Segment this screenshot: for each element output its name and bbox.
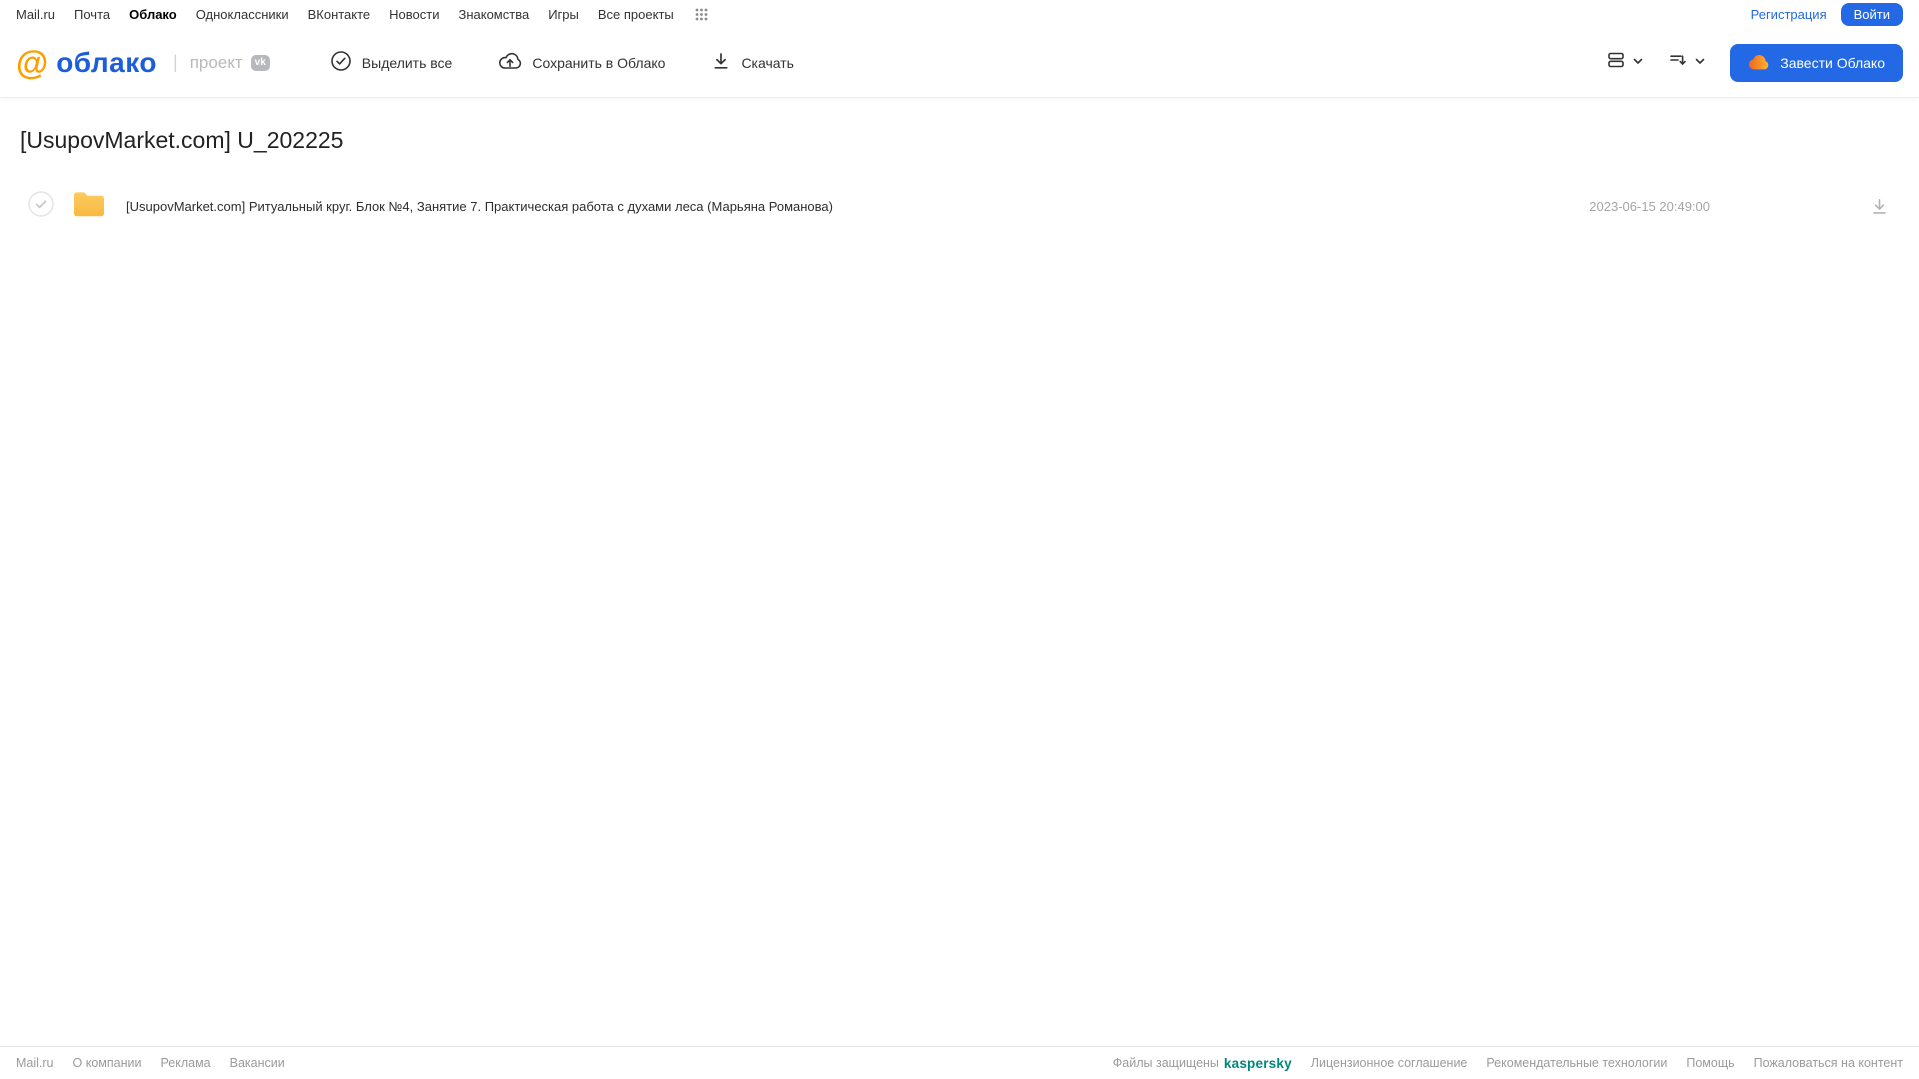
- row-checkbox[interactable]: [28, 190, 54, 222]
- header-right-controls: Завести Облако: [1606, 43, 1903, 82]
- save-to-cloud-label: Сохранить в Облако: [532, 54, 666, 71]
- create-cloud-label: Завести Облако: [1780, 54, 1885, 71]
- footer-right-links: Файлы защищены kaspersky Лицензионное со…: [1113, 1056, 1903, 1071]
- download-icon: [711, 51, 731, 74]
- project-label: проект: [189, 52, 243, 72]
- registration-link[interactable]: Регистрация: [1751, 7, 1827, 22]
- logo-wordmark: облако: [56, 46, 157, 78]
- chevron-down-icon: [1632, 54, 1644, 72]
- topnav-item-mail[interactable]: Почта: [74, 7, 110, 22]
- cloud-upload-icon: [498, 50, 522, 75]
- row-download-icon[interactable]: [1870, 197, 1889, 216]
- topnav-item-games[interactable]: Игры: [548, 7, 579, 22]
- files-protected-note: Файлы защищены kaspersky: [1113, 1056, 1292, 1071]
- footer-link-help[interactable]: Помощь: [1686, 1056, 1734, 1070]
- sort-icon: [1668, 50, 1688, 75]
- chevron-down-icon: [1694, 54, 1706, 72]
- topnav-item-dating[interactable]: Знакомства: [458, 7, 529, 22]
- login-button[interactable]: Войти: [1840, 2, 1903, 26]
- topnav-item-vkontakte[interactable]: ВКонтакте: [308, 7, 371, 22]
- footer-left-links: Mail.ru О компании Реклама Вакансии: [16, 1056, 285, 1070]
- footer-link-license[interactable]: Лицензионное соглашение: [1311, 1056, 1468, 1070]
- vk-badge-icon: vk: [250, 54, 270, 71]
- folder-icon: [72, 189, 106, 224]
- protected-label: Файлы защищены: [1112, 1056, 1219, 1070]
- list-view-icon: [1606, 50, 1626, 75]
- select-all-button[interactable]: Выделить все: [330, 50, 453, 75]
- footer-link-report-content[interactable]: Пожаловаться на контент: [1754, 1056, 1903, 1070]
- footer-bar: Mail.ru О компании Реклама Вакансии Файл…: [0, 1046, 1919, 1079]
- select-all-label: Выделить все: [361, 54, 453, 71]
- check-circle-icon: [330, 50, 352, 75]
- footer-link-recommendation-tech[interactable]: Рекомендательные технологии: [1486, 1056, 1667, 1070]
- cloud-logo[interactable]: @ облако | проект vk: [16, 46, 270, 79]
- create-cloud-button[interactable]: Завести Облако: [1730, 43, 1903, 82]
- topnav-item-news[interactable]: Новости: [389, 7, 439, 22]
- save-to-cloud-button[interactable]: Сохранить в Облако: [498, 50, 665, 75]
- file-date: 2023-06-15 20:49:00: [1589, 198, 1710, 214]
- kaspersky-link[interactable]: kaspersky: [1224, 1056, 1292, 1071]
- logo-divider: |: [173, 52, 178, 72]
- footer-link-jobs[interactable]: Вакансии: [230, 1056, 285, 1070]
- file-name-link[interactable]: [UsupovMarket.com] Ритуальный круг. Блок…: [126, 199, 833, 214]
- top-nav-auth: Регистрация Войти: [1751, 2, 1903, 26]
- footer-link-mailru[interactable]: Mail.ru: [16, 1056, 54, 1070]
- main-content: [UsupovMarket.com] U_202225 [UsupovMarke…: [0, 127, 1919, 234]
- top-nav-links: Mail.ru Почта Облако Одноклассники ВКонт…: [16, 7, 708, 22]
- apps-grid-icon[interactable]: [695, 8, 708, 21]
- view-mode-dropdown[interactable]: [1606, 50, 1644, 75]
- download-button[interactable]: Скачать: [711, 51, 794, 74]
- cloud-icon: [1748, 54, 1770, 71]
- top-nav-bar: Mail.ru Почта Облако Одноклассники ВКонт…: [0, 0, 1919, 28]
- topnav-item-mailru[interactable]: Mail.ru: [16, 7, 55, 22]
- download-label: Скачать: [741, 54, 794, 71]
- topnav-item-odnoklassniki[interactable]: Одноклассники: [196, 7, 289, 22]
- mailru-at-icon: @: [16, 44, 49, 81]
- footer-link-ads[interactable]: Реклама: [160, 1056, 210, 1070]
- topnav-item-cloud[interactable]: Облако: [129, 7, 177, 22]
- header-bar: @ облако | проект vk Выделить все Сохран…: [0, 28, 1919, 97]
- toolbar: Выделить все Сохранить в Облако Скачать: [330, 50, 794, 75]
- file-row[interactable]: [UsupovMarket.com] Ритуальный круг. Блок…: [0, 178, 1919, 234]
- topnav-item-all-projects[interactable]: Все проекты: [598, 7, 674, 22]
- page-title: [UsupovMarket.com] U_202225: [20, 127, 344, 153]
- footer-link-about[interactable]: О компании: [73, 1056, 142, 1070]
- sort-dropdown[interactable]: [1668, 50, 1706, 75]
